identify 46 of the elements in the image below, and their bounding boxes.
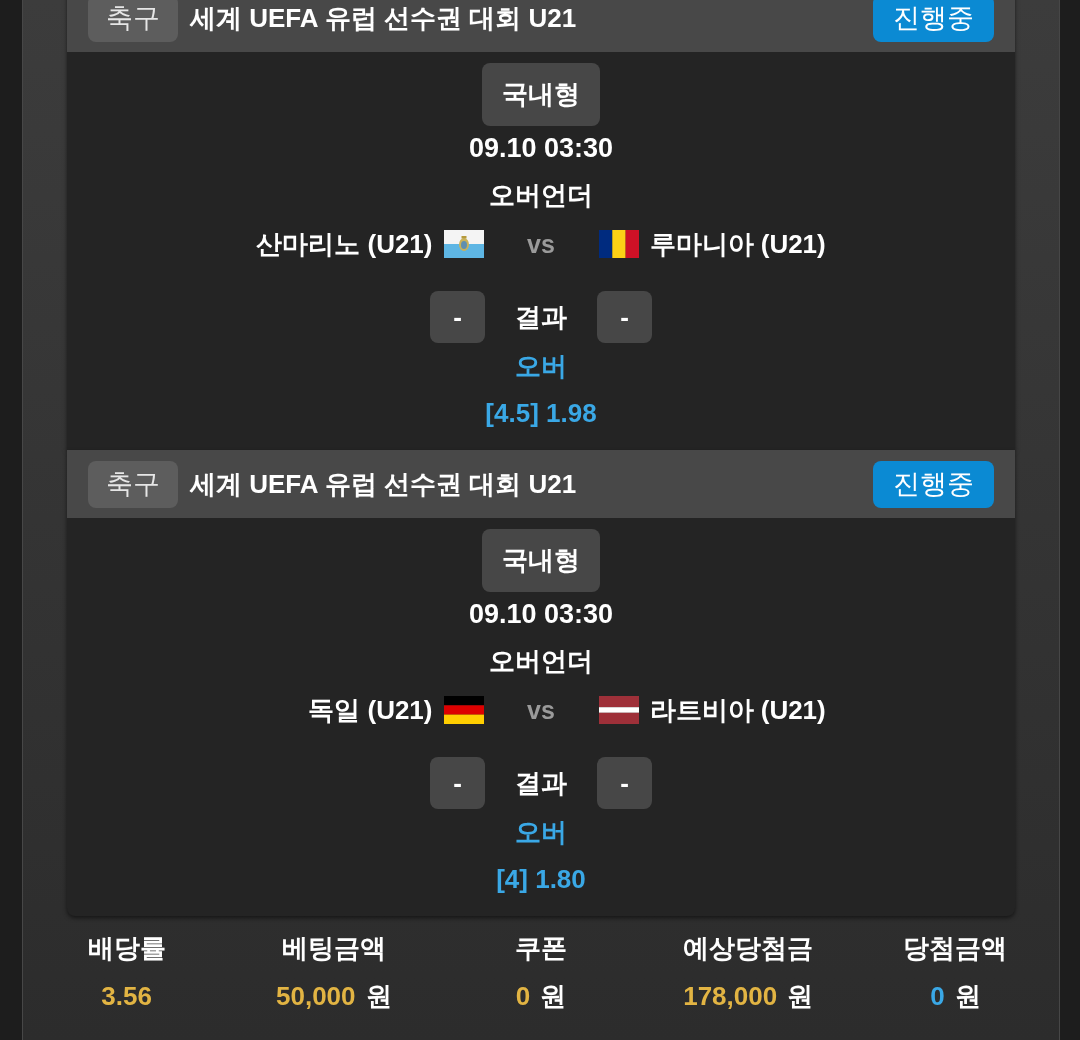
away-team-name: 라트비아 (U21) (649, 693, 826, 727)
flag-icon (598, 696, 639, 724)
summary-value: 178,000 (683, 980, 778, 1012)
currency-unit: 원 (540, 979, 567, 1013)
status-badge: 진행중 (873, 460, 994, 508)
summary-label: 베팅금액 (281, 931, 386, 965)
league-title: 세계 UEFA 유럽 선수권 대회 U21 (190, 467, 578, 501)
summary-value: 3.56 (101, 980, 152, 1012)
summary-label: 배당률 (87, 931, 166, 965)
sport-tag: 축구 (88, 0, 178, 42)
market-type-badge: 국내형 (482, 63, 600, 126)
currency-unit: 원 (365, 979, 392, 1013)
home-score: - (430, 291, 485, 343)
bet-odds: [4] 1.80 (496, 862, 586, 896)
flag-icon (598, 230, 639, 258)
summary-label: 쿠폰 (515, 931, 567, 965)
summary-value: 0 (515, 980, 531, 1012)
versus-label: vs (526, 695, 556, 725)
match-time: 09.10 03:30 (468, 131, 614, 165)
summary-label: 당첨금액 (903, 931, 1008, 965)
bet-pick: 오버 (515, 349, 567, 383)
home-score: - (430, 757, 485, 809)
match-time: 09.10 03:30 (468, 597, 614, 631)
flag-icon (443, 230, 484, 258)
away-score: - (597, 291, 652, 343)
status-badge: 진행중 (873, 0, 994, 42)
bet-odds: [4.5] 1.98 (485, 396, 597, 430)
result-label: 결과 (514, 300, 568, 334)
bet-type: 오버언더 (489, 178, 593, 212)
market-type-badge: 국내형 (482, 529, 600, 592)
away-team-name: 루마니아 (U21) (649, 227, 826, 261)
bet-pick: 오버 (515, 815, 567, 849)
versus-label: vs (526, 229, 556, 259)
flag-icon (443, 696, 484, 724)
bet-type: 오버언더 (489, 644, 593, 678)
sport-tag: 축구 (88, 460, 178, 508)
summary-value: 50,000 (276, 980, 356, 1012)
currency-unit: 원 (954, 979, 981, 1013)
result-label: 결과 (514, 766, 568, 800)
summary-value: 0 (930, 980, 945, 1012)
summary-label: 예상당첨금 (683, 931, 814, 965)
league-title: 세계 UEFA 유럽 선수권 대회 U21 (190, 1, 578, 35)
away-score: - (597, 757, 652, 809)
home-team-name: 독일 (U21) (308, 693, 433, 727)
home-team-name: 산마리노 (U21) (256, 227, 433, 261)
currency-unit: 원 (787, 979, 814, 1013)
